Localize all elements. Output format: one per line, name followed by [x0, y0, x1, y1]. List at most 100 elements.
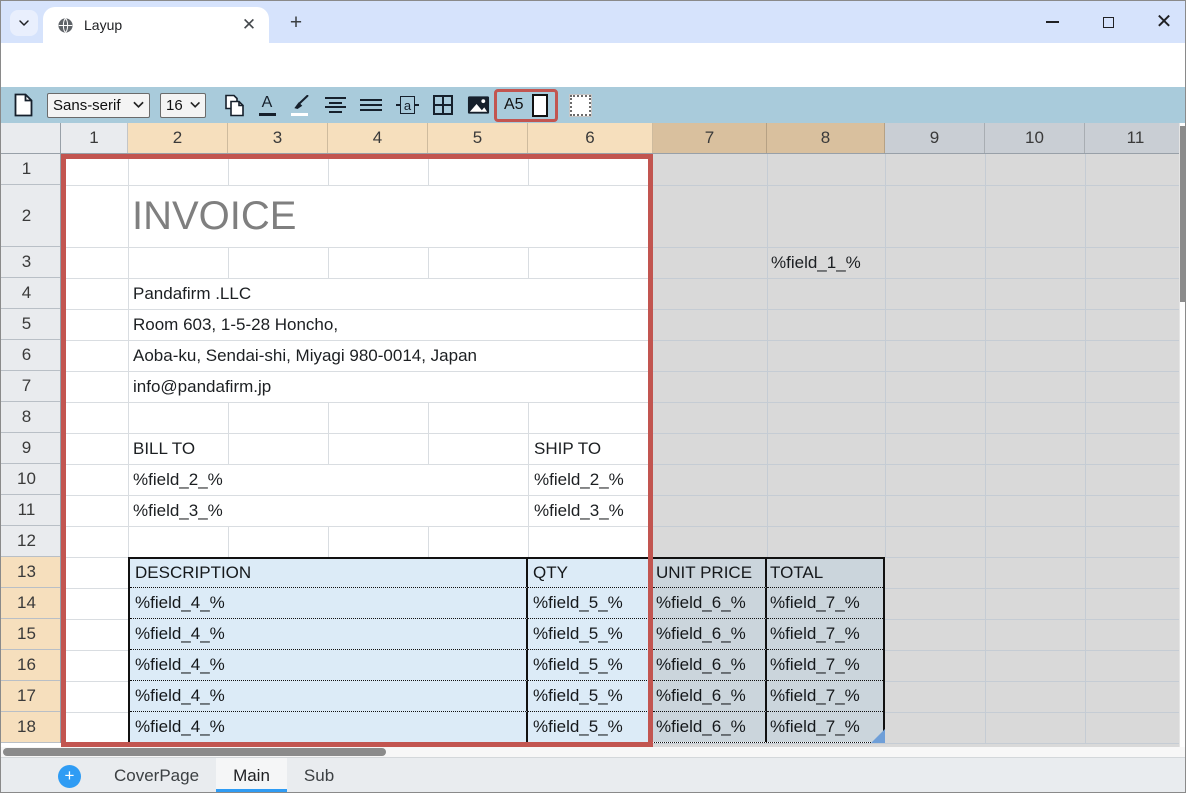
- row-header-1[interactable]: 1: [1, 154, 60, 185]
- insert-image-button[interactable]: [467, 90, 490, 120]
- row-header-6[interactable]: 6: [1, 340, 60, 371]
- table-cell-unit-price[interactable]: %field_6_%: [653, 618, 767, 649]
- table-cell-description[interactable]: %field_4_%: [130, 649, 528, 680]
- row-header-17[interactable]: 17: [1, 681, 60, 712]
- column-header-6[interactable]: 6: [528, 123, 653, 153]
- font-family-select[interactable]: Sans-serif: [47, 93, 150, 118]
- row-header-11[interactable]: 11: [1, 495, 60, 526]
- row-header-13[interactable]: 13: [1, 557, 60, 588]
- table-cell-unit-price[interactable]: %field_6_%: [653, 587, 767, 618]
- row-header-9[interactable]: 9: [1, 433, 60, 464]
- table-cell-qty[interactable]: %field_5_%: [528, 680, 653, 711]
- sheet-tab-sub[interactable]: Sub: [287, 758, 351, 793]
- print-area-button[interactable]: [570, 95, 591, 116]
- sheet-tab-main[interactable]: Main: [216, 758, 287, 793]
- column-header-3[interactable]: 3: [228, 123, 328, 153]
- borders-button[interactable]: [433, 90, 453, 120]
- close-window-button[interactable]: ✕: [1149, 7, 1179, 37]
- row-header-15[interactable]: 15: [1, 619, 60, 650]
- column-header-9[interactable]: 9: [885, 123, 985, 153]
- column-header-1[interactable]: 1: [61, 123, 128, 153]
- sheet-tab-coverpage[interactable]: CoverPage: [97, 758, 216, 793]
- table-header-description[interactable]: DESCRIPTION: [130, 559, 528, 587]
- column-header-11[interactable]: 11: [1085, 123, 1186, 153]
- table-cell-description[interactable]: %field_4_%: [130, 587, 528, 618]
- select-all-corner[interactable]: [1, 123, 61, 154]
- cell-bill-to-label[interactable]: BILL TO: [133, 433, 195, 464]
- fill-handle-triangle[interactable]: [871, 729, 885, 743]
- column-header-4[interactable]: 4: [328, 123, 428, 153]
- cell-ship-to-label[interactable]: SHIP TO: [534, 433, 601, 464]
- column-header-7[interactable]: 7: [653, 123, 767, 153]
- cell-bill-to-field2[interactable]: %field_2_%: [133, 464, 223, 495]
- gridline: [228, 526, 229, 557]
- column-header-2[interactable]: 2: [128, 123, 228, 153]
- vertical-scrollbar-thumb[interactable]: [1180, 126, 1186, 302]
- row-header-18[interactable]: 18: [1, 712, 60, 743]
- horizontal-scrollbar[interactable]: [1, 747, 1186, 757]
- column-header-5[interactable]: 5: [428, 123, 528, 153]
- gridline: [328, 247, 329, 278]
- cell-invoice-title[interactable]: INVOICE: [132, 185, 296, 247]
- cell-bill-to-field3[interactable]: %field_3_%: [133, 495, 223, 526]
- tab-search-button[interactable]: [10, 10, 38, 36]
- table-cell-total[interactable]: %field_7_%: [767, 680, 883, 711]
- font-size-select[interactable]: 16: [160, 93, 206, 118]
- column-header-8[interactable]: 8: [767, 123, 885, 153]
- table-cell-unit-price[interactable]: %field_6_%: [653, 711, 767, 742]
- row-header-8[interactable]: 8: [1, 402, 60, 433]
- gridline: [653, 526, 1179, 527]
- minimize-button[interactable]: [1037, 7, 1067, 37]
- fill-color-button[interactable]: [288, 90, 310, 120]
- browser-tab[interactable]: Layup ✕: [43, 7, 269, 43]
- cell-company-address2[interactable]: Aoba-ku, Sendai-shi, Miyagi 980-0014, Ja…: [133, 340, 477, 371]
- horizontal-align-button[interactable]: [324, 90, 346, 120]
- column-header-10[interactable]: 10: [985, 123, 1085, 153]
- row-header-16[interactable]: 16: [1, 650, 60, 681]
- cell-company-email[interactable]: info@pandafirm.jp: [133, 371, 271, 402]
- row-header-7[interactable]: 7: [1, 371, 60, 402]
- table-cell-unit-price[interactable]: %field_6_%: [653, 680, 767, 711]
- row-header-12[interactable]: 12: [1, 526, 60, 557]
- horizontal-scrollbar-thumb[interactable]: [3, 748, 386, 756]
- new-document-button[interactable]: [9, 90, 37, 120]
- vertical-align-button[interactable]: [360, 90, 382, 120]
- font-color-button[interactable]: A: [256, 90, 278, 120]
- gridline: [228, 154, 229, 185]
- table-cell-total[interactable]: %field_7_%: [767, 587, 883, 618]
- table-header-total[interactable]: TOTAL: [767, 559, 883, 587]
- maximize-button[interactable]: [1093, 7, 1123, 37]
- row-header-5[interactable]: 5: [1, 309, 60, 340]
- row-header-4[interactable]: 4: [1, 278, 60, 309]
- tab-title: Layup: [84, 17, 239, 33]
- row-header-10[interactable]: 10: [1, 464, 60, 495]
- row-header-14[interactable]: 14: [1, 588, 60, 619]
- table-cell-description[interactable]: %field_4_%: [130, 711, 528, 742]
- shrink-to-fit-button[interactable]: a: [396, 90, 419, 120]
- cell-ship-to-field2[interactable]: %field_2_%: [534, 464, 624, 495]
- row-header-3[interactable]: 3: [1, 247, 60, 278]
- table-cell-qty[interactable]: %field_5_%: [528, 649, 653, 680]
- new-tab-button[interactable]: +: [282, 9, 310, 37]
- table-cell-qty[interactable]: %field_5_%: [528, 711, 653, 742]
- table-cell-qty[interactable]: %field_5_%: [528, 587, 653, 618]
- table-cell-total[interactable]: %field_7_%: [767, 711, 883, 742]
- table-header-qty[interactable]: QTY: [528, 559, 653, 587]
- tab-close-icon[interactable]: ✕: [239, 15, 259, 35]
- table-cell-unit-price[interactable]: %field_6_%: [653, 649, 767, 680]
- table-cell-total[interactable]: %field_7_%: [767, 618, 883, 649]
- table-cell-total[interactable]: %field_7_%: [767, 649, 883, 680]
- row-header-2[interactable]: 2: [1, 185, 60, 247]
- table-cell-description[interactable]: %field_4_%: [130, 680, 528, 711]
- vertical-scrollbar[interactable]: [1179, 123, 1186, 747]
- cell-company-name[interactable]: Pandafirm .LLC: [133, 278, 251, 309]
- table-header-unit-price[interactable]: UNIT PRICE: [653, 559, 767, 587]
- table-cell-qty[interactable]: %field_5_%: [528, 618, 653, 649]
- copy-format-button[interactable]: [220, 90, 250, 120]
- paper-size-control[interactable]: A5: [494, 89, 558, 122]
- cell-field1[interactable]: %field_1_%: [771, 247, 861, 278]
- cell-ship-to-field3[interactable]: %field_3_%: [534, 495, 624, 526]
- table-cell-description[interactable]: %field_4_%: [130, 618, 528, 649]
- cell-company-address1[interactable]: Room 603, 1-5-28 Honcho,: [133, 309, 338, 340]
- add-sheet-button[interactable]: +: [58, 765, 81, 788]
